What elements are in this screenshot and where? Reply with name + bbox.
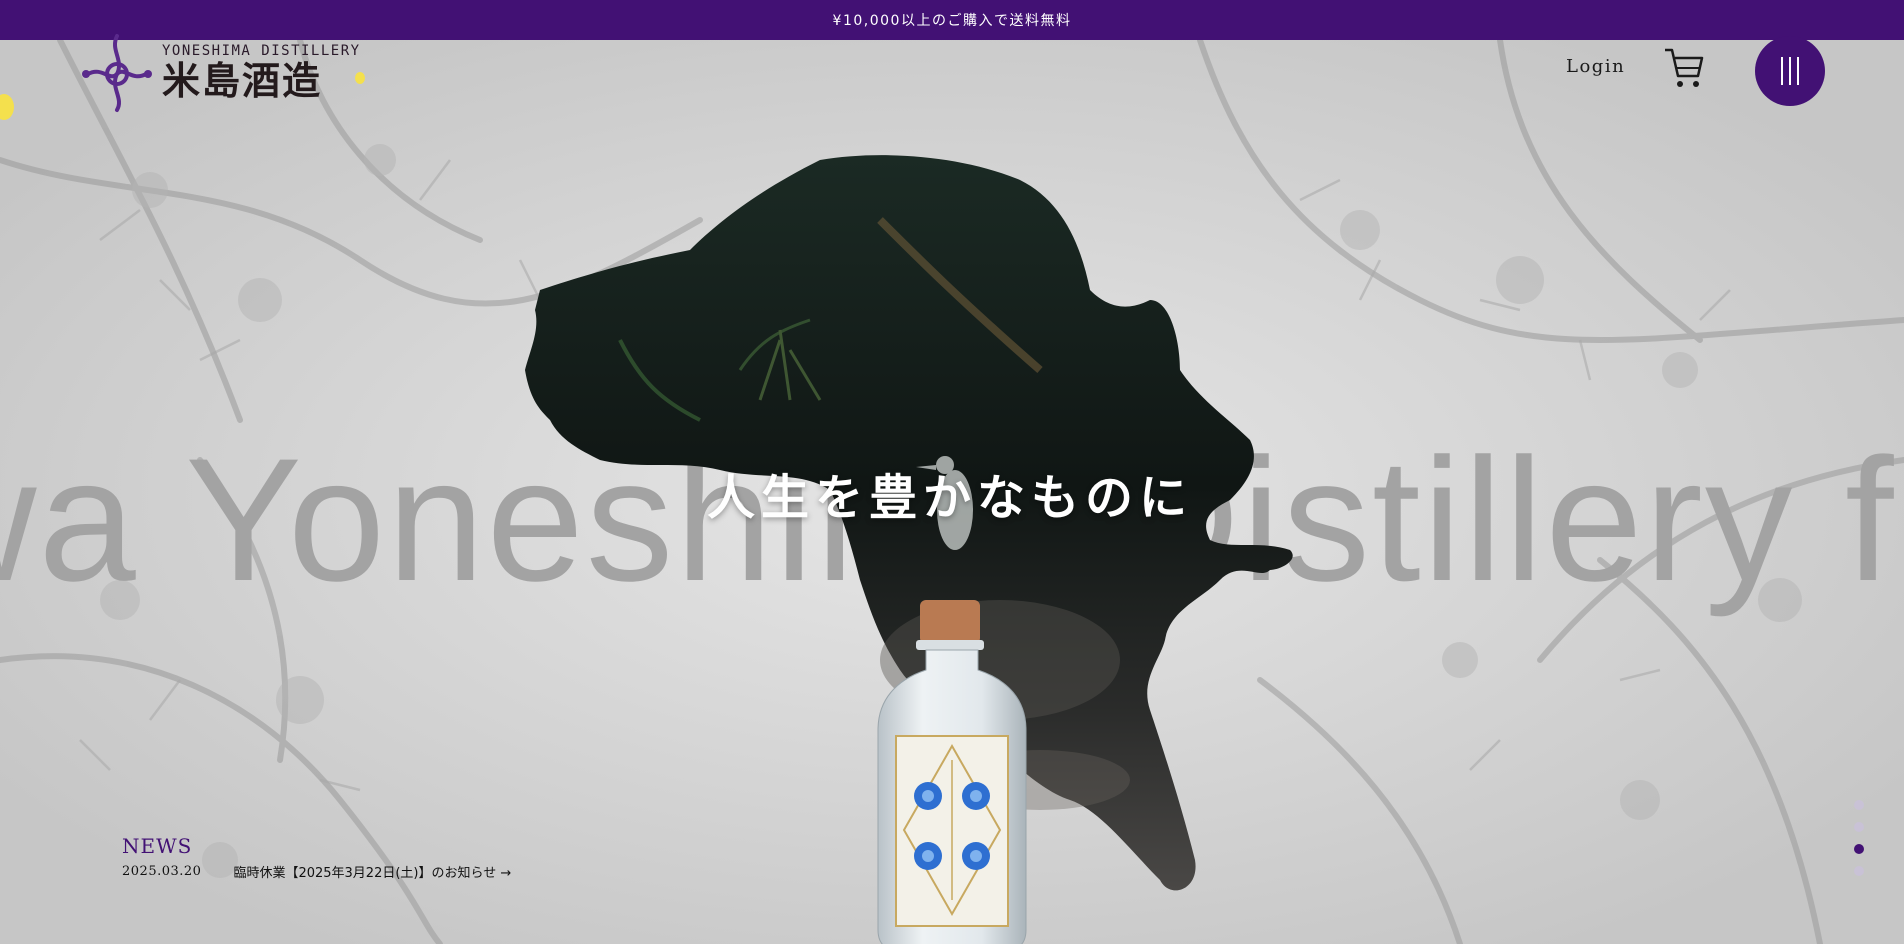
menu-button[interactable]	[1755, 36, 1825, 106]
cart-button[interactable]	[1664, 46, 1704, 94]
logo-emblem-icon	[82, 34, 152, 112]
login-link[interactable]: Login	[1566, 56, 1625, 77]
logo-japanese-text: 米島酒造	[162, 58, 323, 103]
announcement-text: ¥10,000以上のご購入で送料無料	[832, 13, 1072, 29]
slider-pagination	[1854, 800, 1864, 888]
menu-icon	[1781, 57, 1783, 85]
news-link[interactable]: 臨時休業【2025年3月22日(土)】のお知らせ →	[233, 862, 511, 881]
logo-english-text: YONESHIMA DISTILLERY	[162, 43, 361, 59]
news-item[interactable]: 2025.03.20 臨時休業【2025年3月22日(土)】のお知らせ →	[122, 862, 511, 881]
news-section: NEWS 2025.03.20 臨時休業【2025年3月22日(土)】のお知らせ…	[122, 834, 511, 881]
news-title: NEWS	[122, 834, 193, 858]
gin-bottle-image	[877, 600, 1027, 944]
slider-dot[interactable]	[1854, 866, 1864, 876]
news-date: 2025.03.20	[122, 864, 202, 879]
hero-section: wa Yoneshima Distillery f 人生を	[0, 40, 1904, 944]
site-logo[interactable]: YONESHIMA DISTILLERY 米島酒造	[80, 30, 361, 116]
slider-dot-active[interactable]	[1854, 844, 1864, 854]
slider-dot[interactable]	[1854, 822, 1864, 832]
slider-dot[interactable]	[1854, 800, 1864, 810]
cart-icon	[1665, 48, 1704, 87]
hero-headline: 人生を豊かなものに	[706, 470, 1193, 526]
